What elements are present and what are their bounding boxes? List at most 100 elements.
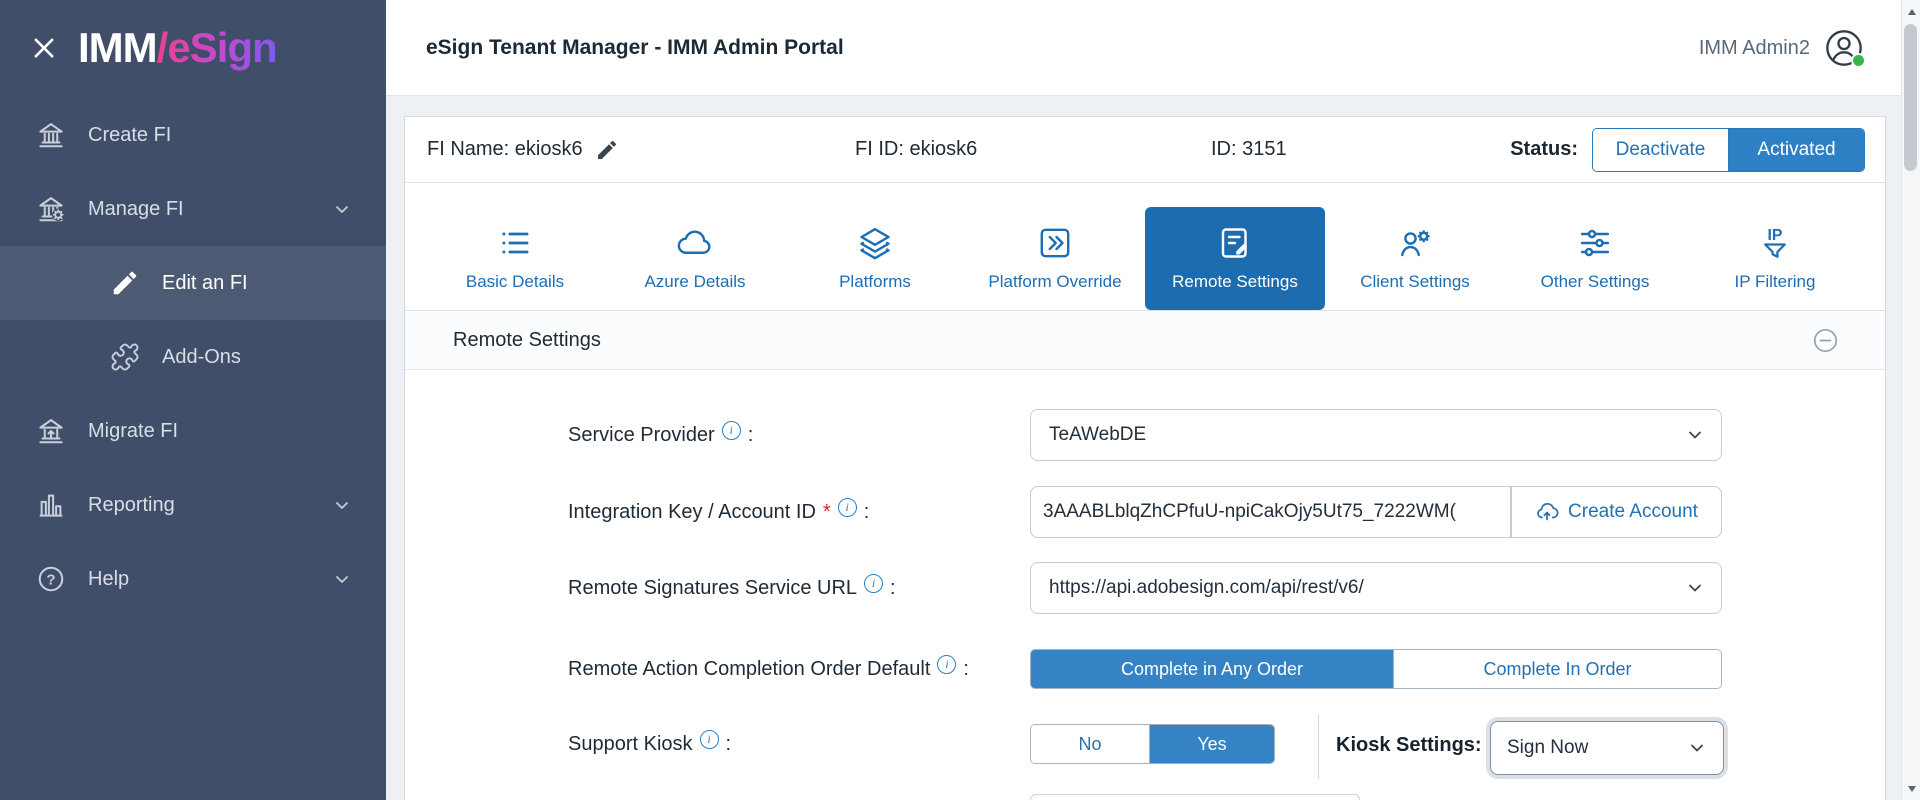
tab-label: Remote Settings [1172,272,1298,292]
scroll-up-arrow[interactable] [1902,2,1920,21]
online-status-dot [1851,53,1866,68]
create-account-button[interactable]: Create Account [1511,486,1722,538]
bank-gear-icon [36,194,66,224]
pencil-icon [110,268,140,298]
sliders-icon [1577,225,1613,261]
tab-label: Other Settings [1541,272,1650,292]
close-icon[interactable] [30,34,58,62]
tab-label: Client Settings [1360,272,1470,292]
info-icon[interactable]: i [722,421,741,440]
brand-logo: IMM/eSign [78,24,277,72]
tab-other-settings[interactable]: Other Settings [1505,207,1685,310]
tab-label: IP Filtering [1735,272,1816,292]
input-value: 3AAABLblqZhCPfuU-npiCakOjy5Ut75_7222WM( [1043,501,1456,523]
info-icon[interactable]: i [700,730,719,749]
info-icon[interactable]: i [838,498,857,517]
fi-id-text: FI ID: ekiosk6 [855,117,977,182]
info-icon[interactable]: i [864,574,883,593]
cloud-icon [677,225,713,261]
edit-fi-name-icon[interactable] [595,138,619,162]
logo-imm-text: IMM [78,24,157,71]
required-asterisk: * [823,499,831,525]
tab-azure-details[interactable]: Azure Details [605,207,785,310]
vertical-scrollbar [1901,0,1920,800]
tab-ip-filtering[interactable]: IP IP Filtering [1685,207,1865,310]
vertical-divider [1318,715,1319,779]
integration-key-input[interactable]: 3AAABLblqZhCPfuU-npiCakOjy5Ut75_7222WM( [1030,486,1511,538]
user-block: IMM Admin2 [1699,0,1864,96]
tab-client-settings[interactable]: Client Settings [1325,207,1505,310]
layers-icon [857,225,893,261]
kiosk-settings-select[interactable]: Sign Now [1490,721,1724,775]
info-icon[interactable]: i [937,655,956,674]
tab-bar: Basic Details Azure Details Platforms [425,207,1865,310]
option-yes[interactable]: Yes [1149,725,1274,763]
label-colon: : [864,499,870,525]
sidebar-item-create-fi[interactable]: Create FI [0,98,386,172]
chevron-down-icon [332,495,352,515]
svg-text:?: ? [46,571,55,588]
field-label-text: Remote Signatures Service URL [568,575,857,601]
fi-info-bar: FI Name: ekiosk6 FI ID: ekiosk6 ID: 3151… [405,117,1885,183]
select-value: TeAWebDE [1049,424,1146,446]
kiosk-settings-label: Kiosk Settings: [1336,734,1482,757]
chevron-down-icon [1685,578,1705,598]
label-colon: : [748,422,754,448]
deactivate-button[interactable]: Deactivate [1593,129,1729,171]
fi-name-group: FI Name: ekiosk6 [427,117,619,182]
field-label-text: Service Provider [568,422,715,448]
status-label: Status: [1510,138,1578,161]
cloud-upload-icon [1535,500,1559,524]
next-control-partial [1030,794,1360,800]
tab-label: Platform Override [988,272,1121,292]
chevron-down-icon [332,199,352,219]
sidebar: IMM/eSign Create FI Manage FI [0,0,386,800]
option-complete-any-order[interactable]: Complete in Any Order [1031,650,1393,688]
chevron-down-icon [332,569,352,589]
arrow-box-icon [1037,225,1073,261]
tab-platform-override[interactable]: Platform Override [965,207,1145,310]
integration-key-group: 3AAABLblqZhCPfuU-npiCakOjy5Ut75_7222WM( … [1030,486,1722,538]
sidebar-item-migrate-fi[interactable]: Migrate FI [0,394,386,468]
sidebar-nav: Create FI Manage FI Edit an FI [0,98,386,616]
user-name: IMM Admin2 [1699,37,1810,60]
sidebar-item-edit-an-fi[interactable]: Edit an FI [0,246,386,320]
section-header: Remote Settings [405,310,1885,370]
top-header: eSign Tenant Manager - IMM Admin Portal … [386,0,1920,96]
help-circle-icon: ? [36,564,66,594]
user-avatar-icon[interactable] [1824,28,1864,68]
chevron-down-icon [1685,425,1705,445]
collapse-section-icon[interactable] [1812,327,1839,354]
option-no[interactable]: No [1031,725,1149,763]
bank-migrate-icon [36,416,66,446]
scrollbar-thumb[interactable] [1904,24,1917,171]
app-screen: IMM/eSign Create FI Manage FI [0,0,1920,800]
tab-basic-details[interactable]: Basic Details [425,207,605,310]
ip-filter-icon: IP [1757,225,1793,261]
sidebar-item-reporting[interactable]: Reporting [0,468,386,542]
service-provider-select[interactable]: TeAWebDE [1030,409,1722,461]
sidebar-item-add-ons[interactable]: Add-Ons [0,320,386,394]
sidebar-item-manage-fi[interactable]: Manage FI [0,172,386,246]
fi-name-text: FI Name: ekiosk6 [427,138,583,161]
field-label-text: Support Kiosk [568,731,693,757]
integration-key-label: Integration Key / Account ID * i : [568,499,869,525]
list-icon [497,225,533,261]
label-colon: : [890,575,896,601]
select-value: Sign Now [1507,737,1588,759]
service-url-select[interactable]: https://api.adobesign.com/api/rest/v6/ [1030,562,1722,614]
completion-order-toggle: Complete in Any Order Complete In Order [1030,649,1722,689]
activated-button[interactable]: Activated [1729,129,1864,171]
option-complete-in-order[interactable]: Complete In Order [1393,650,1721,688]
support-kiosk-label: Support Kiosk i : [568,731,731,757]
tab-remote-settings[interactable]: Remote Settings [1145,207,1325,310]
tab-platforms[interactable]: Platforms [785,207,965,310]
sidebar-item-help[interactable]: ? Help [0,542,386,616]
scroll-down-arrow[interactable] [1902,779,1920,798]
logo-esign-text: /eSign [157,24,277,71]
sidebar-item-label: Help [88,568,129,591]
bar-chart-icon [36,490,66,520]
document-edit-icon [1217,225,1253,261]
chevron-down-icon [1687,738,1707,758]
support-kiosk-toggle: No Yes [1030,724,1275,764]
